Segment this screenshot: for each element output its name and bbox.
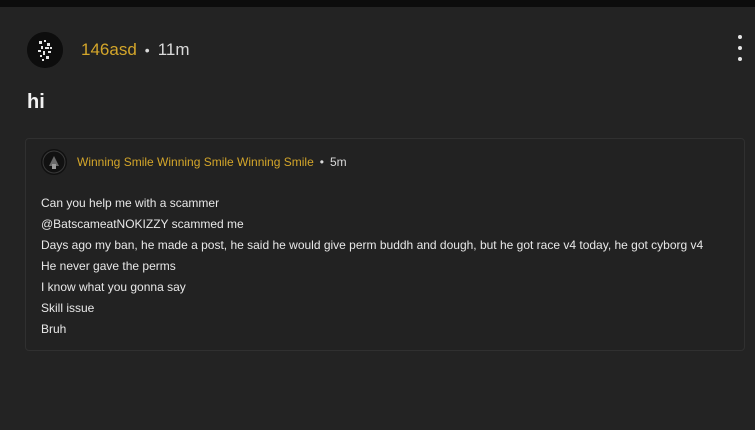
body-line: Skill issue [41, 301, 95, 315]
body-line: Days ago my ban, he made a post, he said… [41, 238, 704, 252]
top-strip [0, 0, 755, 7]
post-timestamp: 11m [157, 40, 190, 59]
menu-dot [738, 46, 742, 50]
post-header: 146asd • 11m [27, 32, 190, 68]
quoted-post-body: Can you help me with a scammer @Batscame… [41, 193, 703, 340]
body-line: I know what you gonna say [41, 280, 186, 294]
quoted-author-avatar[interactable] [41, 149, 67, 175]
quoted-post-timestamp: 5m [329, 155, 347, 169]
body-line: He never gave the perms [41, 259, 176, 273]
more-options-icon[interactable] [735, 35, 745, 61]
body-line: @BatscameatNOKIZZY scammed me [41, 217, 244, 231]
quoted-author-username[interactable]: Winning Smile Winning Smile Winning Smil… [77, 155, 314, 169]
meta-separator: • [144, 42, 150, 58]
post-title: hi [27, 91, 45, 113]
author-username[interactable]: 146asd [81, 40, 137, 60]
body-line: Can you help me with a scammer [41, 196, 220, 210]
menu-dot [738, 57, 742, 61]
avatar-image [27, 32, 63, 68]
body-line: Bruh [41, 322, 67, 336]
post-card: 146asd • 11m hi Winning Smile Winning Sm… [0, 7, 755, 430]
menu-dot [738, 35, 742, 39]
quoted-post-header: Winning Smile Winning Smile Winning Smil… [41, 149, 347, 175]
meta-separator: • [319, 155, 324, 169]
quoted-post[interactable]: Winning Smile Winning Smile Winning Smil… [25, 138, 745, 351]
author-avatar[interactable] [27, 32, 63, 68]
avatar-image [41, 149, 67, 175]
